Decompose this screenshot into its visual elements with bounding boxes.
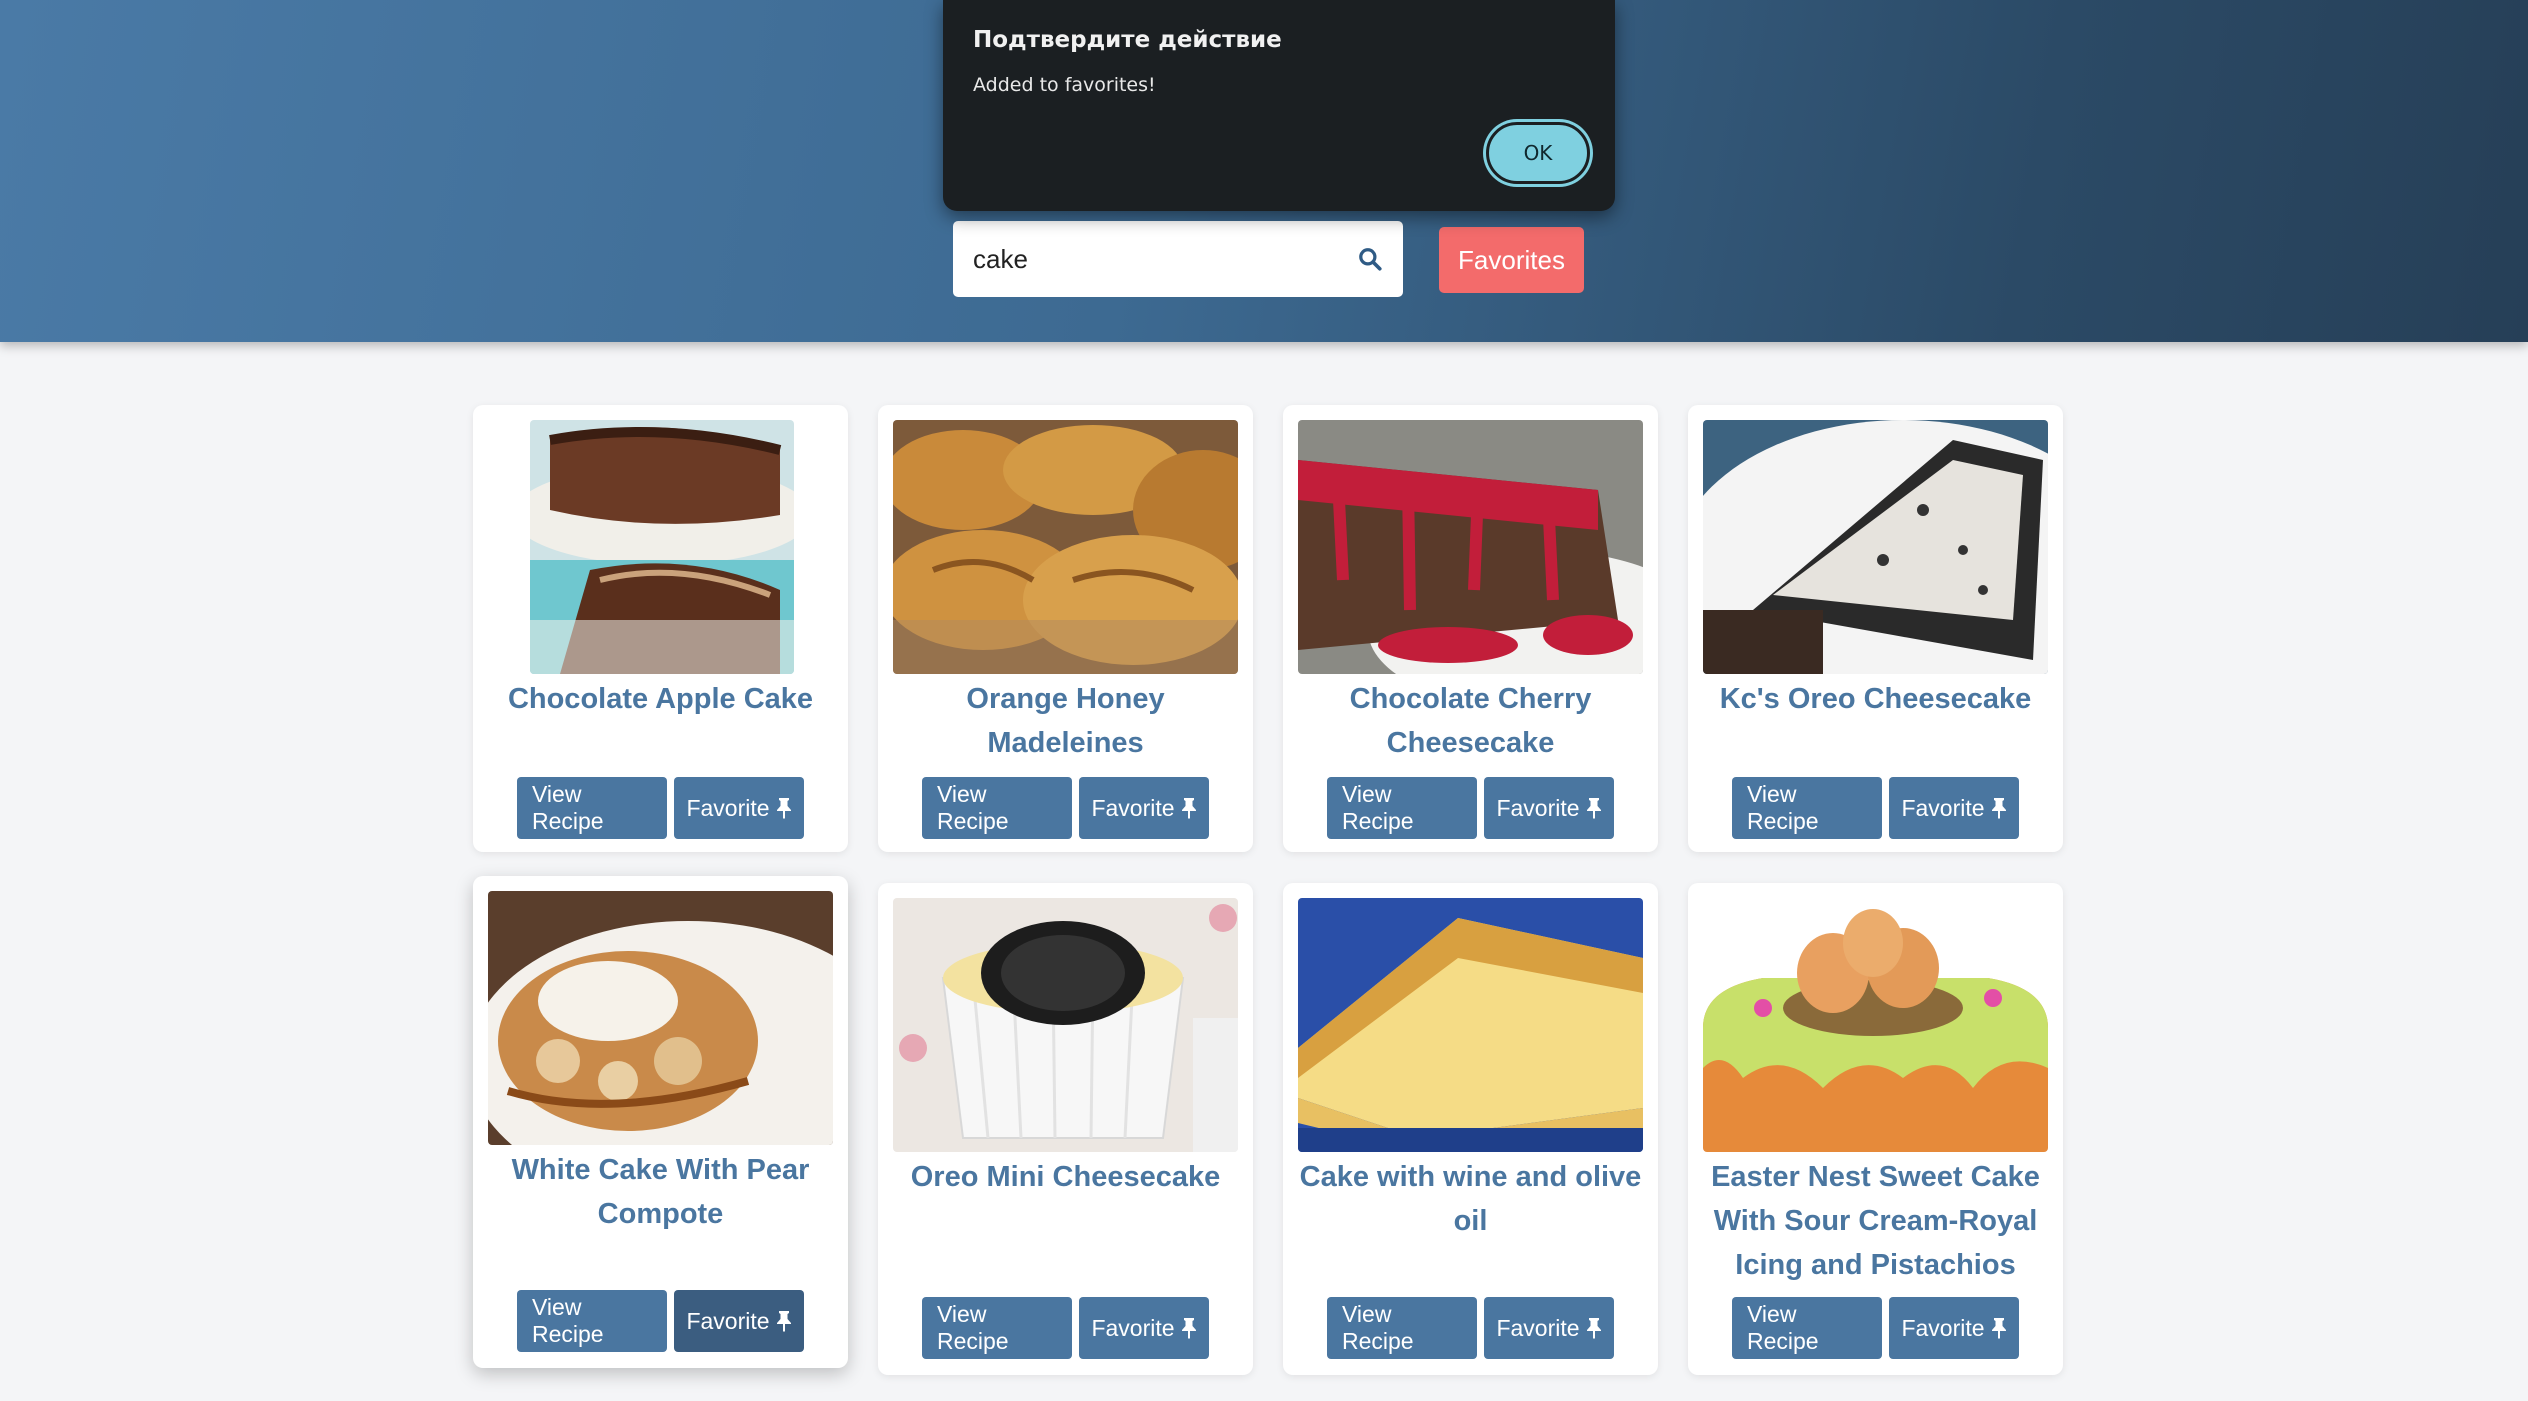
pin-icon bbox=[1586, 797, 1602, 819]
favorite-button[interactable]: Favorite bbox=[1484, 777, 1614, 839]
favorite-label: Favorite bbox=[1091, 1314, 1175, 1341]
recipe-card: Kc's Oreo Cheesecake View Recipe Favorit… bbox=[1688, 405, 2063, 852]
search-box[interactable] bbox=[953, 221, 1403, 297]
recipe-title[interactable]: Easter Nest Sweet Cake With Sour Cream-R… bbox=[1696, 1155, 2055, 1287]
favorite-button[interactable]: Favorite bbox=[1889, 777, 2019, 839]
recipe-card: Orange Honey Madeleines View Recipe Favo… bbox=[878, 405, 1253, 852]
view-recipe-button[interactable]: View Recipe bbox=[1732, 777, 1882, 839]
recipe-card: Cake with wine and olive oil View Recipe… bbox=[1283, 883, 1658, 1375]
favorite-button[interactable]: Favorite bbox=[1079, 777, 1209, 839]
recipe-title[interactable]: Oreo Mini Cheesecake bbox=[886, 1155, 1245, 1199]
favorite-label: Favorite bbox=[686, 1307, 770, 1334]
favorite-button[interactable]: Favorite bbox=[674, 777, 804, 839]
pin-icon bbox=[776, 1310, 792, 1332]
recipe-card: White Cake With Pear Compote View Recipe… bbox=[473, 876, 848, 1368]
favorite-button[interactable]: Favorite bbox=[1079, 1297, 1209, 1359]
pin-icon bbox=[1586, 1317, 1602, 1339]
view-recipe-button[interactable]: View Recipe bbox=[1327, 1297, 1477, 1359]
recipe-image[interactable] bbox=[1703, 420, 2048, 674]
favorite-button[interactable]: Favorite bbox=[1484, 1297, 1614, 1359]
favorite-label: Favorite bbox=[1496, 794, 1580, 821]
view-recipe-button[interactable]: View Recipe bbox=[1327, 777, 1477, 839]
recipe-card: Chocolate Apple Cake View Recipe Favorit… bbox=[473, 405, 848, 852]
recipe-image[interactable] bbox=[893, 898, 1238, 1152]
pin-icon bbox=[1991, 1317, 2007, 1339]
favorites-button[interactable]: Favorites bbox=[1439, 227, 1584, 293]
dialog-title: Подтвердите действие bbox=[973, 27, 1282, 53]
pin-icon bbox=[1991, 797, 2007, 819]
recipe-image[interactable] bbox=[893, 420, 1238, 674]
recipe-image[interactable] bbox=[488, 891, 833, 1145]
pin-icon bbox=[776, 797, 792, 819]
favorite-label: Favorite bbox=[1496, 1314, 1580, 1341]
view-recipe-button[interactable]: View Recipe bbox=[517, 777, 667, 839]
recipe-image[interactable] bbox=[1703, 898, 2048, 1152]
search-input[interactable] bbox=[973, 243, 1355, 275]
view-recipe-button[interactable]: View Recipe bbox=[922, 777, 1072, 839]
favorite-button[interactable]: Favorite bbox=[674, 1290, 804, 1352]
recipe-title[interactable]: Orange Honey Madeleines bbox=[886, 677, 1245, 765]
dialog-message: Added to favorites! bbox=[973, 74, 1156, 96]
view-recipe-button[interactable]: View Recipe bbox=[517, 1290, 667, 1352]
favorite-label: Favorite bbox=[1091, 794, 1175, 821]
favorite-label: Favorite bbox=[686, 794, 770, 821]
view-recipe-button[interactable]: View Recipe bbox=[922, 1297, 1072, 1359]
search-icon[interactable] bbox=[1355, 244, 1385, 274]
pin-icon bbox=[1181, 1317, 1197, 1339]
recipe-image[interactable] bbox=[1298, 898, 1643, 1152]
recipe-card: Chocolate Cherry Cheesecake View Recipe … bbox=[1283, 405, 1658, 852]
recipe-title[interactable]: Chocolate Apple Cake bbox=[481, 677, 840, 721]
recipe-title[interactable]: Chocolate Cherry Cheesecake bbox=[1291, 677, 1650, 765]
pin-icon bbox=[1181, 797, 1197, 819]
dialog-ok-button[interactable]: OK bbox=[1486, 122, 1590, 184]
favorite-button[interactable]: Favorite bbox=[1889, 1297, 2019, 1359]
recipe-card: Easter Nest Sweet Cake With Sour Cream-R… bbox=[1688, 883, 2063, 1375]
favorite-label: Favorite bbox=[1901, 1314, 1985, 1341]
recipe-title[interactable]: White Cake With Pear Compote bbox=[481, 1148, 840, 1236]
recipe-card: Oreo Mini Cheesecake View Recipe Favorit… bbox=[878, 883, 1253, 1375]
recipe-image[interactable] bbox=[1298, 420, 1643, 674]
recipe-title[interactable]: Kc's Oreo Cheesecake bbox=[1696, 677, 2055, 721]
view-recipe-button[interactable]: View Recipe bbox=[1732, 1297, 1882, 1359]
recipe-title[interactable]: Cake with wine and olive oil bbox=[1291, 1155, 1650, 1243]
favorite-label: Favorite bbox=[1901, 794, 1985, 821]
recipe-image[interactable] bbox=[530, 420, 794, 674]
confirm-dialog: Подтвердите действие Added to favorites!… bbox=[943, 0, 1615, 211]
